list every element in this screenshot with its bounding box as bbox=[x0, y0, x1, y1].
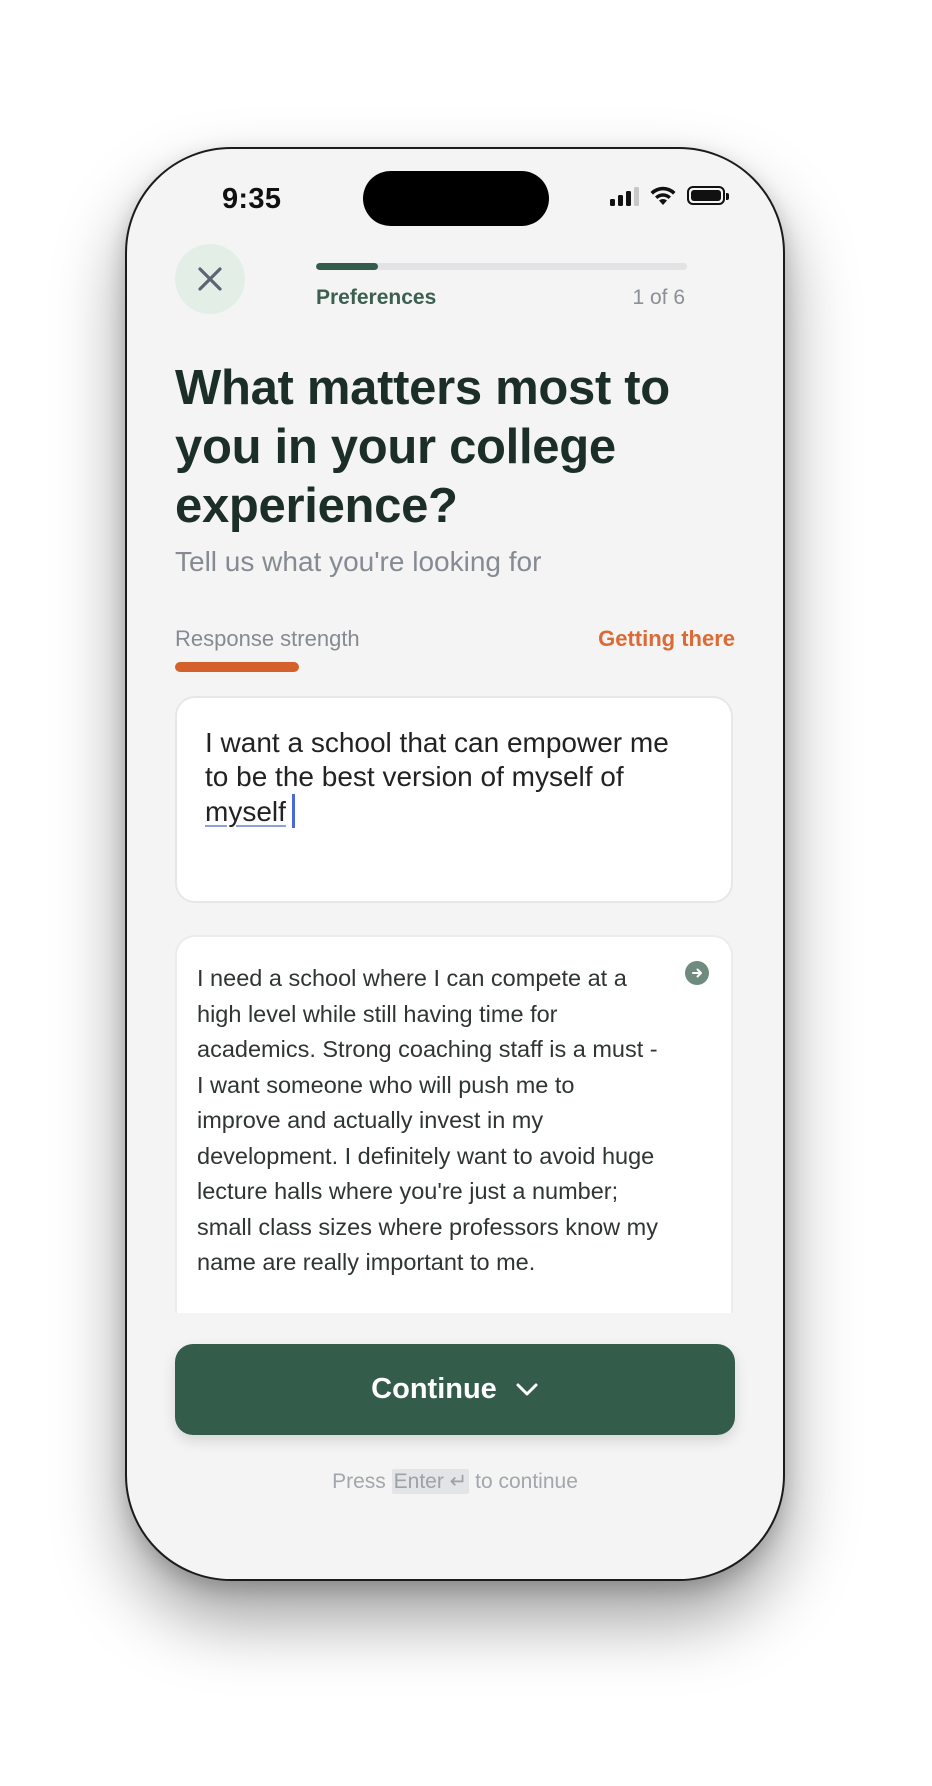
example-suggestion-text: I need a school where I can compete at a… bbox=[197, 965, 658, 1275]
keyboard-hint: Press Enter ↵ to continue bbox=[127, 1469, 783, 1494]
response-strength-label: Response strength bbox=[175, 626, 360, 651]
screenshot-stage: 9:35 Preferences 1 of 6 What matters mos… bbox=[0, 0, 932, 1786]
step-count: 1 of 6 bbox=[632, 286, 685, 309]
wifi-icon bbox=[650, 186, 676, 205]
close-button[interactable] bbox=[175, 244, 245, 314]
answer-line-3: myself bbox=[205, 796, 286, 827]
continue-label: Continue bbox=[371, 1373, 497, 1405]
progress-bar-fill bbox=[316, 263, 378, 270]
question-title: What matters most to you in your college… bbox=[175, 361, 670, 533]
example-suggestion-card[interactable]: I need a school where I can compete at a… bbox=[175, 935, 733, 1313]
chevron-down-icon bbox=[516, 1383, 538, 1395]
step-label: Preferences bbox=[316, 286, 437, 309]
status-icons bbox=[610, 185, 729, 206]
hint-suffix: to continue bbox=[475, 1470, 578, 1493]
answer-line-2: to be the best version of myself of bbox=[205, 761, 624, 792]
battery-icon bbox=[687, 186, 729, 205]
enter-key-badge: Enter ↵ bbox=[391, 1469, 470, 1494]
response-strength-status: Getting there bbox=[598, 626, 735, 651]
close-icon bbox=[198, 267, 222, 291]
arrow-right-circle-icon bbox=[692, 968, 702, 978]
hint-prefix: Press bbox=[332, 1470, 386, 1493]
response-strength-bar bbox=[175, 662, 299, 672]
question-subtitle: Tell us what you're looking for bbox=[175, 546, 542, 577]
phone-frame: 9:35 Preferences 1 of 6 What matters mos… bbox=[125, 147, 785, 1581]
progress-bar bbox=[316, 263, 687, 270]
use-suggestion-button[interactable] bbox=[685, 961, 709, 985]
status-time: 9:35 bbox=[222, 183, 282, 215]
answer-line-1: I want a school that can empower me bbox=[205, 727, 669, 758]
answer-textarea[interactable]: I want a school that can empower me to b… bbox=[175, 696, 733, 903]
text-cursor bbox=[291, 794, 295, 828]
continue-button[interactable]: Continue bbox=[175, 1344, 735, 1435]
answer-line-3-wrap: myself bbox=[205, 794, 703, 829]
cellular-signal-icon bbox=[610, 186, 639, 206]
dynamic-island bbox=[363, 171, 549, 226]
